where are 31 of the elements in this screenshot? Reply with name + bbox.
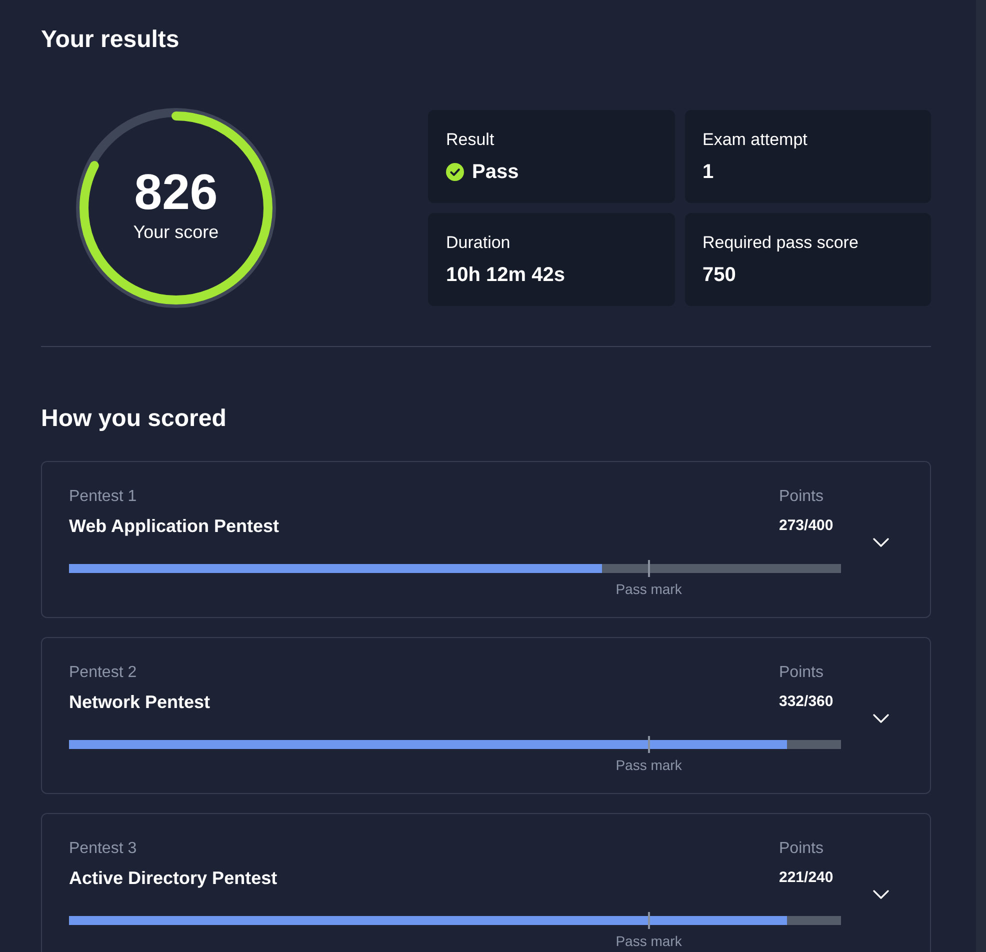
stat-label: Result xyxy=(446,129,496,151)
section-heading: How you scored xyxy=(41,404,228,434)
pass-mark-label: Pass mark xyxy=(616,756,682,775)
section-label: Pentest 1 xyxy=(69,487,138,507)
stat-label: Exam attempt xyxy=(702,129,808,151)
check-circle-icon xyxy=(446,163,464,181)
section-title: Web Application Pentest xyxy=(69,515,280,538)
stat-label: Required pass score xyxy=(702,232,860,254)
points-value: 332/360 xyxy=(779,692,834,712)
score-label: Your score xyxy=(133,221,219,244)
pass-mark-label: Pass mark xyxy=(616,580,682,599)
points-value: 273/400 xyxy=(779,516,834,536)
stat-label: Duration xyxy=(446,232,512,254)
points-label: Points xyxy=(779,663,824,683)
points-value: 221/240 xyxy=(779,868,834,888)
section-label: Pentest 3 xyxy=(69,839,138,859)
chevron-down-icon xyxy=(872,714,888,722)
stat-value: 750 xyxy=(702,263,736,288)
chevron-down-icon xyxy=(872,890,888,898)
pass-mark-label: Pass mark xyxy=(616,932,682,951)
stat-value: 10h 12m 42s xyxy=(446,263,565,288)
stat-value: Pass xyxy=(472,160,519,185)
section-label: Pentest 2 xyxy=(69,663,138,683)
points-label: Points xyxy=(779,839,824,859)
page-title: Your results xyxy=(41,25,180,55)
section-title: Active Directory Pentest xyxy=(69,867,278,890)
section-title: Network Pentest xyxy=(69,691,210,714)
score-value: 826 xyxy=(134,164,218,220)
points-label: Points xyxy=(779,487,824,507)
stat-value: 1 xyxy=(702,160,714,185)
chevron-down-icon xyxy=(872,538,888,546)
